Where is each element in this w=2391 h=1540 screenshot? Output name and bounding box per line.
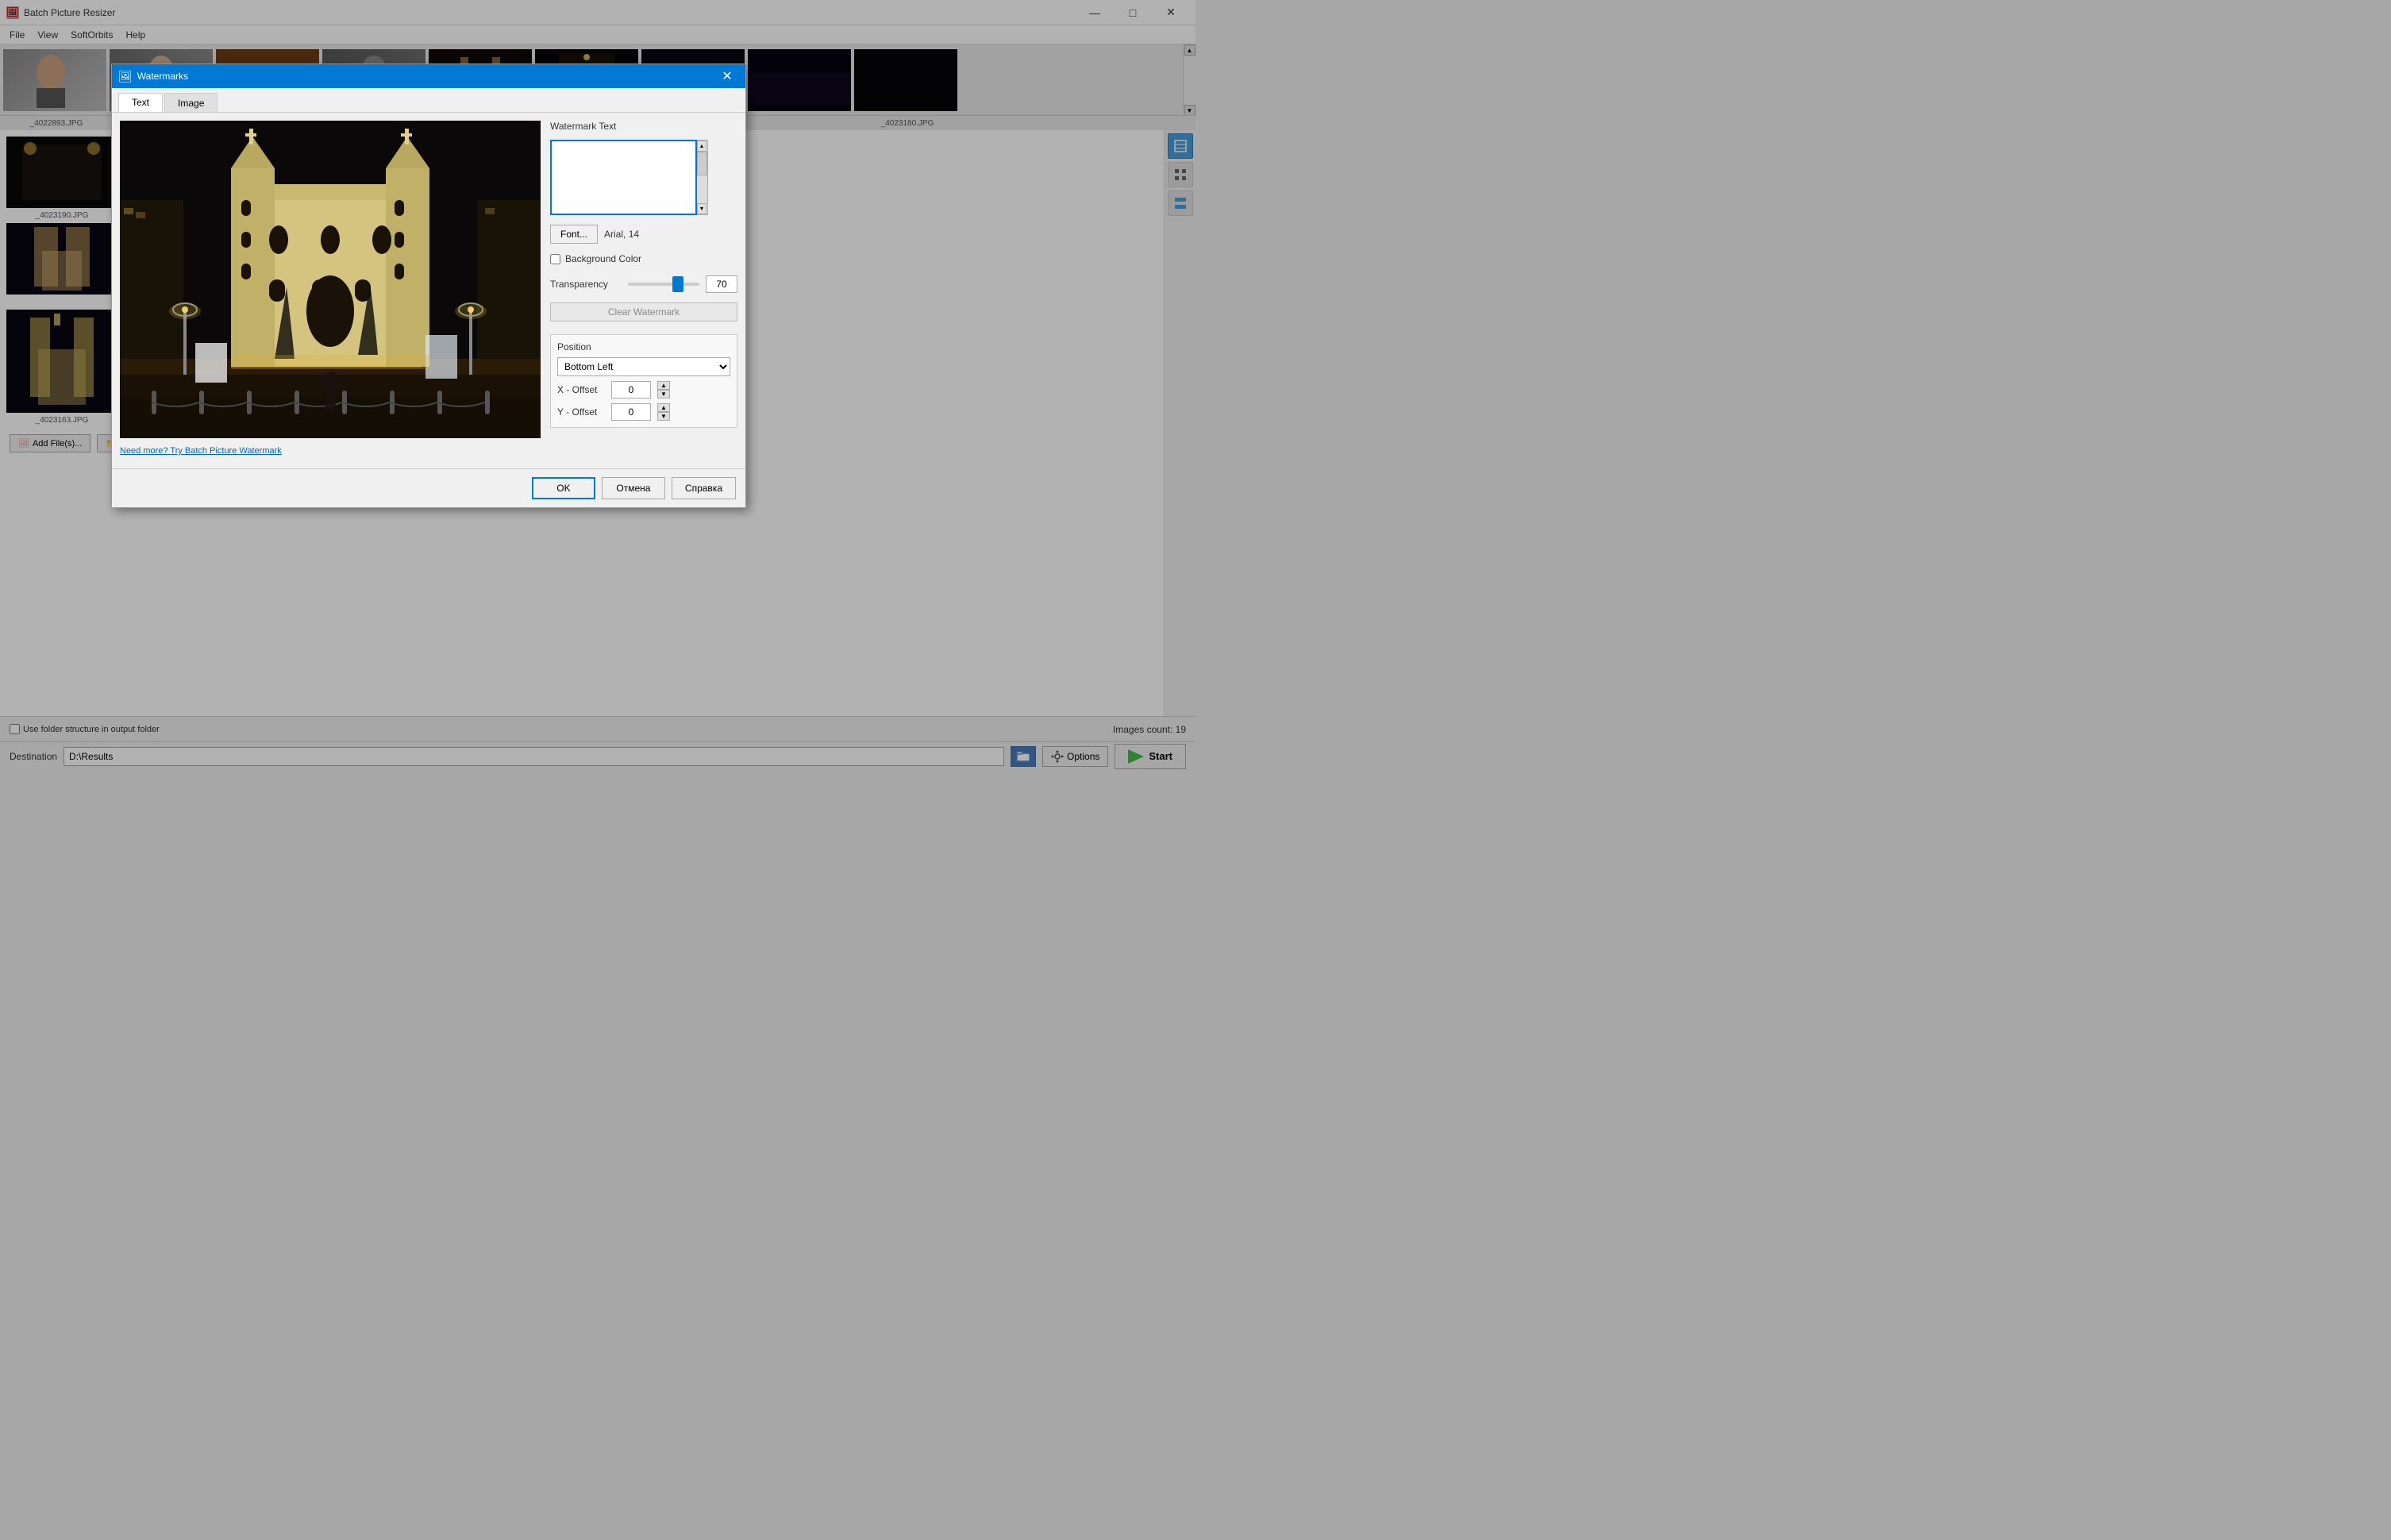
help-btn[interactable]: Справка: [672, 477, 736, 499]
batch-watermark-link[interactable]: Need more? Try Batch Picture Watermark: [120, 446, 282, 456]
font-btn[interactable]: Font...: [550, 225, 598, 244]
y-offset-label: Y - Offset: [557, 406, 605, 418]
preview-link[interactable]: Need more? Try Batch Picture Watermark: [120, 445, 541, 456]
modal-footer: OK Отмена Справка: [112, 468, 745, 507]
preview-image: [120, 121, 541, 438]
position-select[interactable]: Bottom Left Top Left Top Right Bottom Ri…: [557, 357, 730, 376]
x-offset-spinner: ▲ ▼: [657, 381, 670, 398]
transparency-value-input[interactable]: 70: [706, 275, 737, 293]
x-offset-down[interactable]: ▼: [657, 390, 670, 398]
x-offset-label: X - Offset: [557, 384, 605, 395]
modal-close-btn[interactable]: ✕: [715, 64, 739, 88]
ok-btn[interactable]: OK: [532, 477, 595, 499]
watermarks-modal: 🖼 Watermarks ✕ Text Image: [111, 64, 746, 508]
text-scroll-down[interactable]: ▼: [697, 203, 707, 214]
y-offset-input[interactable]: 0: [611, 403, 651, 421]
transparency-slider-thumb[interactable]: [672, 276, 683, 292]
modal-tabs: Text Image: [112, 88, 745, 113]
font-row: Font... Arial, 14: [550, 225, 737, 244]
bg-color-row: Background Color: [550, 253, 737, 264]
text-scroll-thumb[interactable]: [697, 152, 707, 175]
y-offset-down[interactable]: ▼: [657, 412, 670, 421]
cancel-btn[interactable]: Отмена: [602, 477, 665, 499]
tab-text[interactable]: Text: [118, 93, 163, 112]
watermark-textarea[interactable]: [550, 140, 697, 215]
preview-area: Need more? Try Batch Picture Watermark: [120, 121, 541, 460]
position-section-label: Position: [557, 341, 730, 352]
x-offset-input[interactable]: 0: [611, 381, 651, 398]
text-scroll-track: [697, 152, 707, 203]
transparency-label: Transparency: [550, 279, 622, 290]
position-section: Position Bottom Left Top Left Top Right …: [550, 334, 737, 428]
y-offset-up[interactable]: ▲: [657, 403, 670, 412]
transparency-row: Transparency 70: [550, 275, 737, 293]
modal-title: Watermarks: [137, 71, 715, 82]
font-info: Arial, 14: [604, 229, 639, 240]
tab-image[interactable]: Image: [164, 93, 218, 112]
watermark-text-label: Watermark Text: [550, 121, 737, 132]
y-offset-spinner: ▲ ▼: [657, 403, 670, 421]
modal-body: Need more? Try Batch Picture Watermark W…: [112, 113, 745, 468]
clear-watermark-btn[interactable]: Clear Watermark: [550, 302, 737, 321]
transparency-slider-track[interactable]: [628, 283, 699, 286]
modal-overlay: 🖼 Watermarks ✕ Text Image: [0, 0, 2391, 1540]
modal-title-icon: 🖼: [118, 70, 133, 83]
text-scroll-up[interactable]: ▲: [697, 141, 707, 152]
y-offset-row: Y - Offset 0 ▲ ▼: [557, 403, 730, 421]
modal-titlebar: 🖼 Watermarks ✕: [112, 64, 745, 88]
watermark-settings-panel: Watermark Text ▲ ▼ Font... Arial, 1: [550, 121, 737, 460]
textarea-scrollbar: ▲ ▼: [697, 140, 708, 215]
watermark-textarea-container: ▲ ▼: [550, 140, 737, 215]
transparency-slider-fill: [628, 283, 678, 286]
bg-color-label: Background Color: [565, 253, 641, 264]
x-offset-row: X - Offset 0 ▲ ▼: [557, 381, 730, 398]
x-offset-up[interactable]: ▲: [657, 381, 670, 390]
bg-color-checkbox[interactable]: [550, 254, 560, 264]
